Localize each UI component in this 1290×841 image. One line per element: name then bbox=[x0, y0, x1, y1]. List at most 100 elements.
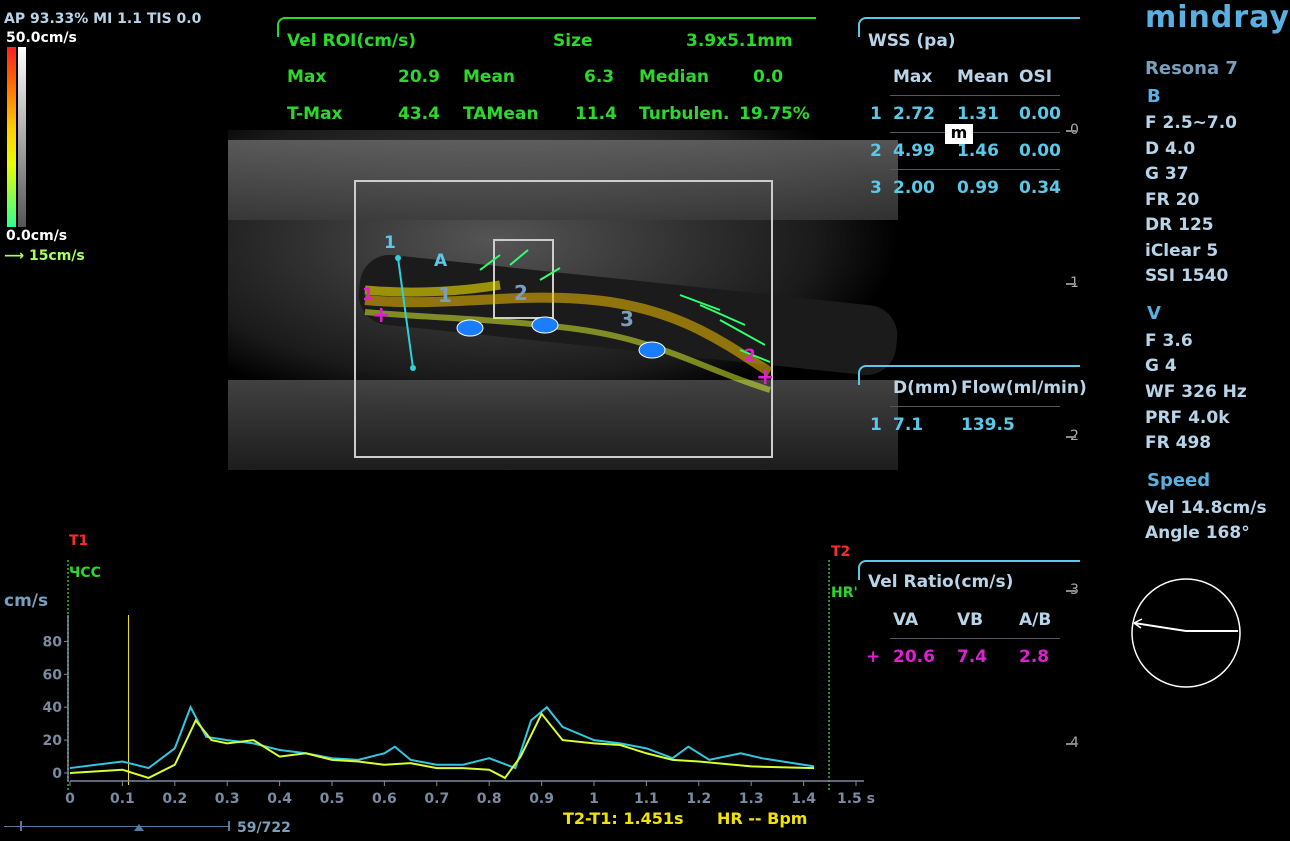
vel-roi-tmax-label: T-Max bbox=[287, 104, 343, 124]
wss-row2-rule bbox=[890, 169, 1060, 170]
b-param-ssi: SSI 1540 bbox=[1145, 266, 1229, 286]
flow-row-idx: 1 bbox=[870, 415, 882, 435]
wss-row2-osi: 0.00 bbox=[1019, 141, 1061, 161]
b-param-fr: FR 20 bbox=[1145, 190, 1200, 210]
x-tick-label: 0 bbox=[65, 791, 75, 807]
b-param-dr: DR 125 bbox=[1145, 215, 1214, 235]
flow-vectors bbox=[364, 249, 773, 393]
vel-roi-mean-value: 6.3 bbox=[584, 67, 615, 87]
wss-row1-osi: 0.00 bbox=[1019, 104, 1061, 124]
t1-label: T1 bbox=[69, 533, 89, 549]
velocity-trace-chart: 80 60 40 20 00 0.1 0.2 0.3 0.4 0.5 0.6 0.7 0.8 0.9 1 1.… bbox=[43, 615, 875, 807]
wss-row1-rule bbox=[890, 132, 1060, 133]
v-param-prf: PRF 4.0k bbox=[1145, 408, 1230, 428]
wss-col-osi: OSI bbox=[1019, 67, 1053, 87]
y-tick-label: 80 bbox=[43, 634, 63, 650]
depth-mark-3 bbox=[1066, 590, 1076, 592]
b-param-freq: F 2.5~7.0 bbox=[1145, 113, 1238, 133]
trace-series-yellow bbox=[69, 711, 815, 780]
v-param-freq: F 3.6 bbox=[1145, 331, 1193, 351]
vel-ratio-col-vb: VB bbox=[957, 610, 984, 630]
wss-label-2: 2 bbox=[514, 281, 528, 305]
x-tick-label: 0.6 bbox=[372, 791, 397, 807]
cine-end-handle[interactable] bbox=[228, 821, 230, 831]
cursor-marker-icon: m bbox=[945, 124, 973, 144]
y-tick-label: 60 bbox=[43, 667, 63, 683]
wss-col-max: Max bbox=[893, 67, 933, 87]
angle-dial-icon bbox=[1131, 578, 1241, 688]
cine-scrollbar[interactable] bbox=[4, 821, 230, 831]
x-tick-label: 0.2 bbox=[162, 791, 187, 807]
x-tick-label: 0.9 bbox=[529, 791, 554, 807]
depth-mark-2 bbox=[1066, 436, 1076, 438]
depth-scale: 0 1 2 3 4 bbox=[1070, 120, 1100, 760]
vel-ratio-vb: 7.4 bbox=[957, 647, 988, 667]
vel-marker-1-cross[interactable]: + bbox=[372, 303, 390, 328]
y-tick-label: 20 bbox=[43, 733, 63, 749]
vel-roi-title: Vel ROI(cm/s) bbox=[287, 31, 417, 51]
vel-roi-turbulence-value: 19.75% bbox=[739, 104, 810, 124]
vel-marker-1-label: 1 bbox=[362, 285, 374, 305]
vel-roi-size-value: 3.9x5.1mm bbox=[686, 31, 793, 51]
wss-row1-mean: 1.31 bbox=[957, 104, 999, 124]
wss-label-3: 3 bbox=[620, 307, 634, 331]
vel-roi-max-value: 20.9 bbox=[398, 67, 440, 87]
vel-roi-turbulence-label: Turbulen. bbox=[639, 104, 730, 124]
vel-roi-median-value: 0.0 bbox=[753, 67, 784, 87]
t2-label: T2 bbox=[831, 544, 851, 560]
v-param-gain: G 4 bbox=[1145, 356, 1177, 376]
vel-marker-2-label: 2 bbox=[744, 346, 756, 366]
vel-roi-mean-label: Mean bbox=[463, 67, 516, 87]
b-param-gain: G 37 bbox=[1145, 164, 1189, 184]
wss-row2-idx: 2 bbox=[870, 141, 882, 161]
vel-roi-tamean-value: 11.4 bbox=[575, 104, 617, 124]
footer-heart-rate: HR -- Bpm bbox=[717, 809, 808, 828]
vel-ratio-header-rule bbox=[890, 638, 1060, 639]
vel-roi-median-label: Median bbox=[639, 67, 710, 87]
flow-col-flow: Flow(ml/min) bbox=[961, 378, 1087, 398]
x-tick-label: 1 bbox=[589, 791, 599, 807]
cine-thumb[interactable] bbox=[134, 824, 144, 831]
vel-roi-tamean-label: TAMean bbox=[463, 104, 539, 124]
hr-right-label: HR' bbox=[831, 585, 858, 601]
vel-roi-max-label: Max bbox=[287, 67, 327, 87]
wss-header-rule bbox=[890, 95, 1060, 96]
vel-marker-2-cross[interactable]: + bbox=[756, 365, 774, 390]
y-tick-label: 0 bbox=[52, 766, 62, 782]
wss-row1-max: 2.72 bbox=[893, 104, 935, 124]
vel-ratio-col-ab: A/B bbox=[1019, 610, 1052, 630]
sample-roi-box bbox=[493, 239, 554, 319]
x-tick-label: 0.7 bbox=[424, 791, 449, 807]
point-a-label: A bbox=[434, 251, 448, 271]
vel-ratio-title: Vel Ratio(cm/s) bbox=[868, 572, 1014, 592]
wss-point-1 bbox=[456, 319, 484, 337]
flow-rate-value: 139.5 bbox=[961, 415, 1015, 435]
wss-row2-max: 4.99 bbox=[893, 141, 935, 161]
x-tick-label: 0.3 bbox=[215, 791, 240, 807]
v-mode-title: V bbox=[1147, 303, 1161, 324]
brand-logo: mindray bbox=[1145, 0, 1290, 35]
x-tick-label: 1.5 s bbox=[837, 791, 875, 807]
wss-row3-mean: 0.99 bbox=[957, 178, 999, 198]
b-param-depth: D 4.0 bbox=[1145, 139, 1196, 159]
x-tick-label: 0.5 bbox=[320, 791, 345, 807]
wss-row1-idx: 1 bbox=[870, 104, 882, 124]
wss-label-1: 1 bbox=[438, 283, 452, 307]
b-mode-title: B bbox=[1147, 86, 1161, 107]
x-tick-label: 0.4 bbox=[267, 791, 292, 807]
b-param-iclear: iClear 5 bbox=[1145, 241, 1219, 261]
x-tick-label: 1.1 bbox=[634, 791, 659, 807]
color-roi-box bbox=[354, 180, 773, 458]
vel-ratio-ab: 2.8 bbox=[1019, 647, 1050, 667]
depth-mark-0 bbox=[1066, 130, 1076, 132]
wss-row3-idx: 3 bbox=[870, 178, 882, 198]
flow-col-diameter: D(mm) bbox=[893, 378, 959, 398]
footer-interval: T2-T1: 1.451s bbox=[563, 809, 684, 828]
trace-series-cyan bbox=[69, 704, 815, 770]
wss-point-2 bbox=[531, 316, 559, 334]
wss-row3-max: 2.00 bbox=[893, 178, 935, 198]
hr-left-label: ЧСС bbox=[69, 565, 101, 581]
vel-roi-size-label: Size bbox=[553, 31, 593, 51]
cine-start-handle[interactable] bbox=[20, 821, 22, 831]
x-tick-label: 0.1 bbox=[110, 791, 135, 807]
